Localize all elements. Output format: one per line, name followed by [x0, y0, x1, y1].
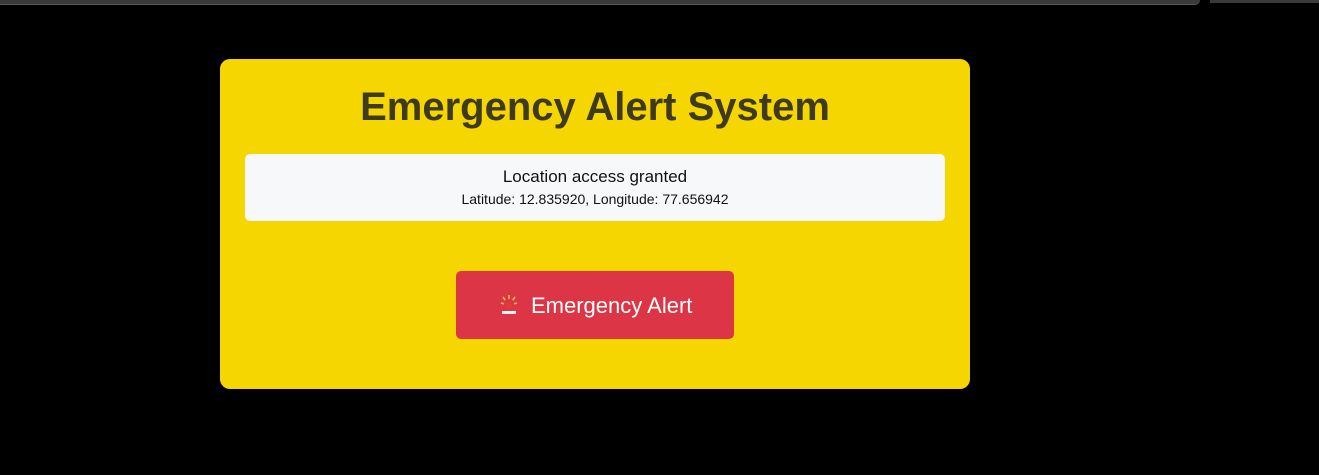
emergency-alert-label: Emergency Alert [531, 293, 693, 318]
location-status-message: Location access granted [502, 167, 688, 186]
browser-toolbar-edge [0, 0, 1200, 5]
location-coordinates: Latitude: 12.835920, Longitude: 77.65694… [461, 191, 729, 207]
browser-top-edge [0, 0, 1319, 8]
emergency-alert-button[interactable]: Emergency Alert [456, 271, 734, 339]
browser-toolbar-edge-right [1210, 0, 1319, 3]
alert-card: Emergency Alert System Location access g… [220, 59, 970, 389]
siren-icon [500, 294, 518, 316]
page-title: Emergency Alert System [360, 85, 830, 129]
location-status-box: Location access granted Latitude: 12.835… [245, 154, 945, 221]
